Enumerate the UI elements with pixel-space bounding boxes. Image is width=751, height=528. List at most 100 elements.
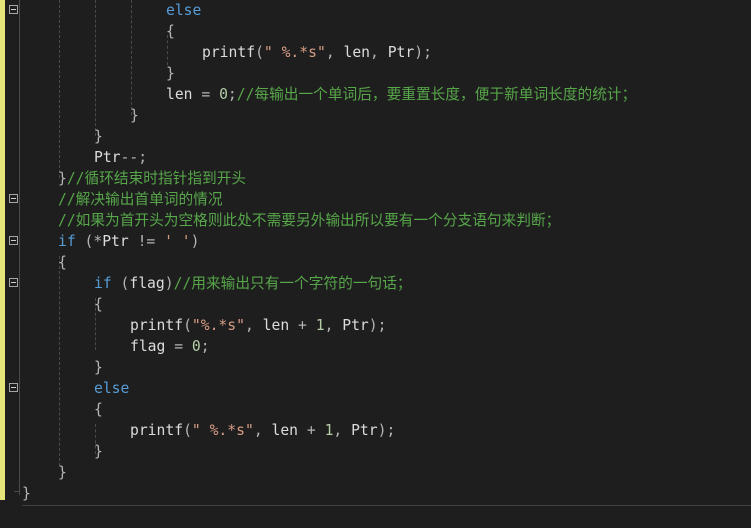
comment-token: //循环结束时指针指到开头 xyxy=(66,170,247,187)
identifier-token: printf xyxy=(130,422,184,439)
horizontal-scrollbar-area[interactable] xyxy=(22,505,751,528)
comment-token: //用来输出只有一个字符的一句话； xyxy=(173,275,412,292)
identifier-token: Ptr xyxy=(351,422,378,439)
punctuation-token: ) xyxy=(164,275,174,292)
outline-line xyxy=(19,0,20,495)
code-line[interactable]: } xyxy=(94,357,103,378)
punctuation-token: ); xyxy=(368,317,387,334)
code-line[interactable]: } xyxy=(166,63,175,84)
code-line[interactable]: printf(" %.*s", len + 1, Ptr); xyxy=(130,420,395,441)
indent-guide xyxy=(59,0,60,178)
code-line[interactable]: { xyxy=(58,252,67,273)
identifier-token: printf xyxy=(202,44,256,61)
code-line[interactable]: { xyxy=(166,21,175,42)
punctuation-token: ) xyxy=(190,233,200,250)
code-line[interactable]: { xyxy=(94,399,103,420)
punctuation-token: + xyxy=(298,422,325,439)
punctuation-token: != xyxy=(128,233,165,250)
punctuation-token: } xyxy=(94,128,103,145)
punctuation-token: ( xyxy=(183,317,192,334)
punctuation-token: , xyxy=(324,317,343,334)
code-line[interactable]: { xyxy=(94,294,103,315)
punctuation-token: ; xyxy=(200,338,210,355)
code-line[interactable]: Ptr--; xyxy=(94,147,147,168)
punctuation-token: ); xyxy=(414,44,432,61)
identifier-token: Ptr xyxy=(342,317,369,334)
punctuation-token: (* xyxy=(75,233,103,250)
punctuation-token: ); xyxy=(377,422,396,439)
indent-guide xyxy=(59,256,60,466)
identifier-token: printf xyxy=(130,317,184,334)
code-line[interactable]: } xyxy=(58,462,67,483)
indent-guide xyxy=(131,0,132,115)
punctuation-token: , xyxy=(253,422,272,439)
string-token: "%.*s" xyxy=(191,317,245,334)
collapse-icon[interactable] xyxy=(9,236,18,245)
code-line[interactable]: printf("%.*s", len + 1, Ptr); xyxy=(130,315,386,336)
punctuation-token: } xyxy=(166,65,175,82)
keyword-token: else xyxy=(166,2,202,19)
outline-end-marker xyxy=(14,491,20,492)
collapse-icon[interactable] xyxy=(9,194,18,203)
comment-token: //解决输出首单词的情况 xyxy=(58,191,223,208)
code-line[interactable]: printf(" %.*s", len, Ptr); xyxy=(202,42,432,63)
punctuation-token: } xyxy=(58,464,67,481)
code-line[interactable]: } xyxy=(94,441,103,462)
code-line[interactable]: if (*Ptr != ' ') xyxy=(58,231,200,252)
string-token: ' ' xyxy=(164,233,191,250)
punctuation-token: ( xyxy=(183,422,192,439)
punctuation-token: { xyxy=(94,401,103,418)
punctuation-token: , xyxy=(370,44,388,61)
identifier-token: Ptr xyxy=(387,44,415,61)
code-line[interactable]: } xyxy=(94,126,103,147)
collapse-icon[interactable] xyxy=(9,5,18,14)
punctuation-token: = xyxy=(192,86,220,103)
code-line[interactable]: //如果为首开头为空格则此处不需要另外输出所以要有一个分支语句来判断； xyxy=(58,210,560,231)
identifier-token: len xyxy=(166,86,193,103)
code-line[interactable]: }//循环结束时指针指到开头 xyxy=(58,168,246,189)
identifier-token: len xyxy=(271,422,299,439)
code-editor[interactable]: else{printf(" %.*s", len, Ptr);} len = 0;… xyxy=(0,0,751,528)
outlining-margin xyxy=(5,0,22,527)
punctuation-token: { xyxy=(94,296,103,313)
punctuation-token: , xyxy=(244,317,263,334)
punctuation-token: { xyxy=(166,23,175,40)
code-line[interactable]: len = 0;//每输出一个单词后，要重置长度，便于新单词长度的统计； xyxy=(166,84,636,105)
keyword-token: if xyxy=(58,233,76,250)
comment-token: //每输出一个单词后，要重置长度，便于新单词长度的统计； xyxy=(236,86,637,103)
number-token: 0 xyxy=(191,338,201,355)
string-token: " %.*s" xyxy=(263,44,326,61)
punctuation-token: = xyxy=(165,338,192,355)
punctuation-token: ( xyxy=(111,275,130,292)
code-line[interactable]: else xyxy=(94,378,129,399)
indent-guide xyxy=(95,0,96,136)
string-token: " %.*s" xyxy=(191,422,254,439)
punctuation-token: } xyxy=(22,485,31,502)
number-token: 1 xyxy=(315,317,325,334)
code-line[interactable]: } xyxy=(22,483,31,504)
code-line[interactable]: if (flag)//用来输出只有一个字符的一句话； xyxy=(94,273,412,294)
punctuation-token: + xyxy=(289,317,316,334)
identifier-token: len xyxy=(262,317,290,334)
identifier-token: flag xyxy=(129,275,165,292)
identifier-token: len xyxy=(343,44,371,61)
punctuation-token: } xyxy=(94,443,103,460)
comment-token: //如果为首开头为空格则此处不需要另外输出所以要有一个分支语句来判断； xyxy=(58,212,561,229)
identifier-token: Ptr xyxy=(102,233,129,250)
collapse-icon[interactable] xyxy=(9,383,18,392)
punctuation-token: ( xyxy=(255,44,264,61)
collapse-icon[interactable] xyxy=(9,278,18,287)
punctuation-token: } xyxy=(130,107,139,124)
punctuation-token: --; xyxy=(120,149,148,166)
punctuation-token: , xyxy=(333,422,352,439)
punctuation-token: ; xyxy=(227,86,237,103)
keyword-token: else xyxy=(94,380,130,397)
code-line[interactable]: } xyxy=(130,105,139,126)
code-line[interactable]: //解决输出首单词的情况 xyxy=(58,189,223,210)
code-line[interactable]: flag = 0; xyxy=(130,336,210,357)
code-line[interactable]: else xyxy=(166,0,201,21)
keyword-token: if xyxy=(94,275,112,292)
punctuation-token: } xyxy=(58,170,67,187)
punctuation-token: } xyxy=(94,359,103,376)
punctuation-token: , xyxy=(325,44,344,61)
